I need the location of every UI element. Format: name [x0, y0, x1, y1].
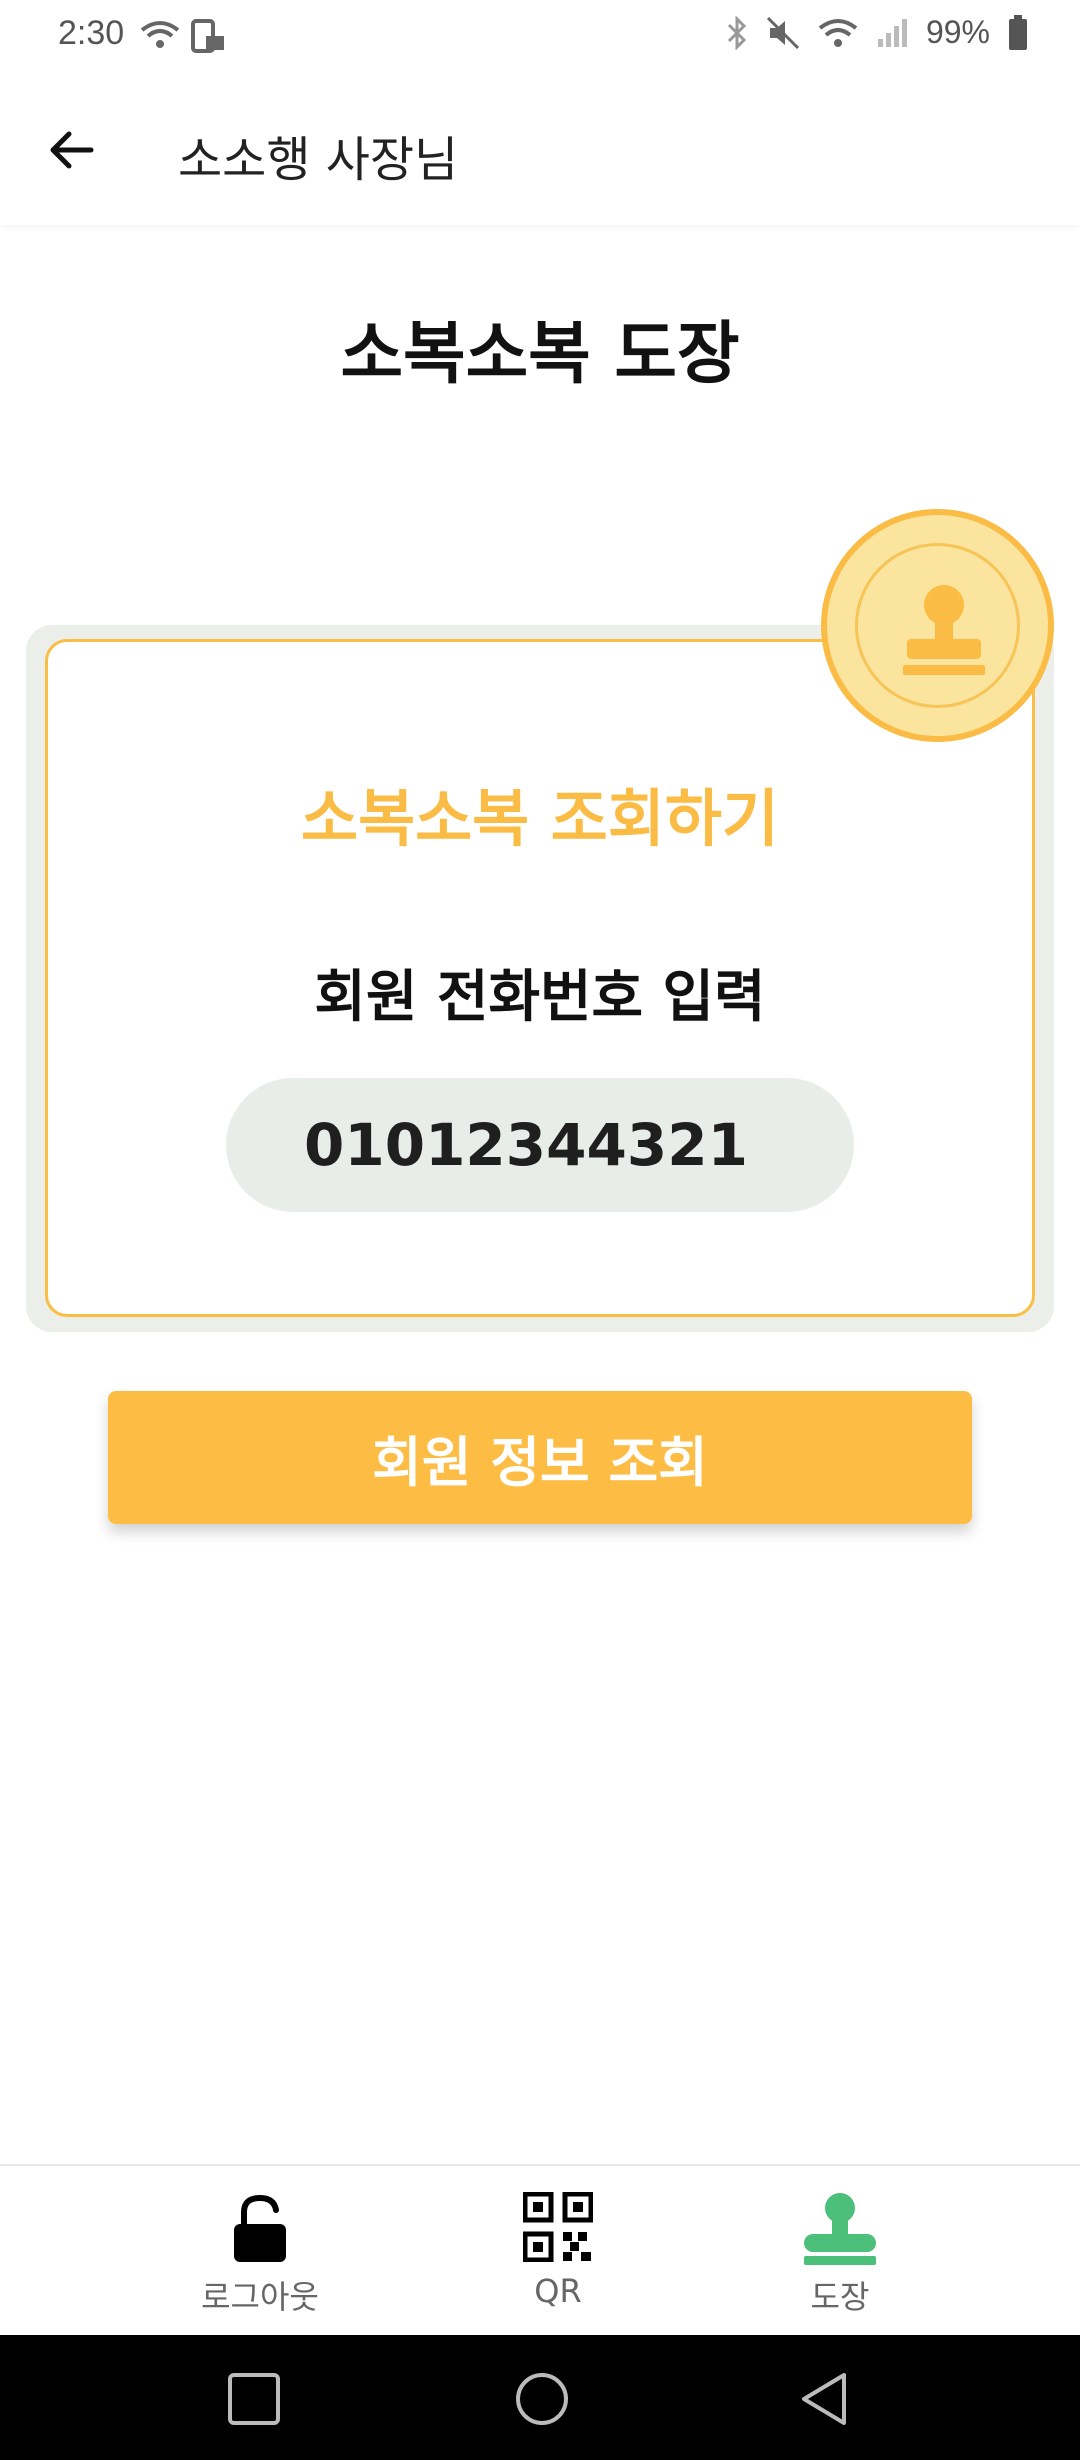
nav-label-logout: 로그아웃 — [201, 2278, 319, 2316]
stamp-badge — [821, 509, 1054, 742]
back-nav-icon[interactable] — [794, 2367, 858, 2431]
app-title: 소소행 사장님 — [178, 132, 459, 188]
mute-icon — [766, 16, 800, 49]
status-time: 2:30 — [58, 14, 125, 52]
nav-item-stamp[interactable]: 도장 — [740, 2166, 940, 2337]
nav-item-logout[interactable]: 로그아웃 — [160, 2166, 360, 2337]
phone-field-label: 회원 전화번호 입력 — [314, 965, 766, 1030]
member-lookup-button[interactable]: 회원 정보 조회 — [108, 1391, 972, 1524]
nav-label-stamp: 도장 — [810, 2278, 870, 2316]
screen-record-icon — [191, 19, 224, 53]
bottom-nav: 로그아웃 QR 도장 — [0, 2164, 1080, 2335]
status-left-icons — [140, 18, 228, 54]
recents-icon[interactable] — [222, 2367, 286, 2431]
battery-percent: 99% — [925, 14, 990, 50]
status-right-icons: 99% — [726, 14, 1028, 51]
arrow-left-icon — [50, 131, 94, 169]
nav-label-qr: QR — [534, 2272, 582, 2310]
signal-icon — [877, 18, 907, 47]
unlock-icon — [234, 2194, 286, 2262]
stamp-icon — [903, 585, 985, 675]
page-title: 소복소복 도장 — [340, 315, 740, 394]
bluetooth-icon — [727, 15, 747, 50]
back-button[interactable] — [36, 115, 106, 185]
status-bar: 2:30 99% — [0, 0, 1080, 75]
card-title: 소복소복 조회하기 — [301, 782, 779, 855]
system-nav-bar — [0, 2335, 1080, 2460]
phone-input[interactable] — [226, 1078, 854, 1212]
qr-code-icon — [523, 2192, 593, 2262]
wifi-icon — [818, 18, 858, 47]
wifi-call-icon — [140, 21, 180, 48]
stamp-icon — [804, 2193, 876, 2265]
battery-icon — [1009, 14, 1027, 50]
home-icon[interactable] — [510, 2367, 574, 2431]
nav-item-qr[interactable]: QR — [458, 2166, 658, 2337]
app-bar: 소소행 사장님 — [0, 75, 1080, 225]
